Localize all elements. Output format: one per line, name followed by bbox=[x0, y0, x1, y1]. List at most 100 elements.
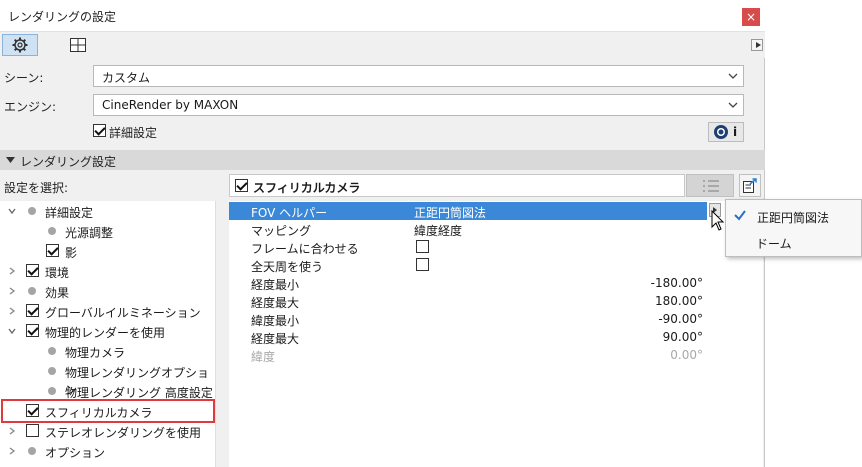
chevron-down-icon bbox=[728, 73, 738, 79]
property-row[interactable]: 経度最大 180.00° bbox=[229, 292, 763, 310]
property-value: 0.00° bbox=[670, 348, 703, 362]
property-name: 全天周を使う bbox=[251, 260, 324, 274]
close-button[interactable]: × bbox=[742, 8, 760, 26]
rendering-settings-dialog: レンダリングの設定 × シーン: カスタム エンジン: CineRender b… bbox=[0, 0, 765, 467]
engine-value: CineRender by MAXON bbox=[102, 98, 239, 112]
tree-item-checkbox[interactable] bbox=[26, 324, 39, 337]
layout-grid-icon[interactable] bbox=[70, 38, 86, 52]
chevron-right-icon[interactable] bbox=[8, 267, 16, 275]
chevron-right-icon[interactable] bbox=[8, 447, 16, 455]
property-value: 正距円筒図法 bbox=[414, 206, 487, 220]
property-row[interactable]: フレームに合わせる bbox=[229, 238, 763, 256]
property-value: 180.00° bbox=[655, 294, 703, 308]
dropdown-option-label: 正距円筒図法 bbox=[757, 211, 830, 225]
chevron-down-icon[interactable] bbox=[8, 207, 16, 215]
triangle-down-icon bbox=[6, 157, 15, 163]
export-document-icon bbox=[743, 178, 757, 193]
list-view-button[interactable] bbox=[686, 174, 734, 197]
tree-item-label: 効果 bbox=[45, 286, 70, 300]
dropdown-option-label: ドーム bbox=[756, 237, 792, 251]
engine-info-button[interactable]: i bbox=[708, 122, 744, 142]
status-dot-icon bbox=[48, 387, 56, 395]
engine-select[interactable]: CineRender by MAXON bbox=[93, 94, 744, 116]
tree-item-checkbox[interactable] bbox=[26, 264, 39, 277]
window-title: レンダリングの設定 bbox=[8, 10, 117, 24]
tree-item-label: オプション bbox=[45, 446, 106, 460]
property-row[interactable]: 緯度最小 -90.00° bbox=[229, 310, 763, 328]
settings-tab-button[interactable] bbox=[2, 34, 38, 56]
tree-item[interactable]: 光源調整 bbox=[0, 221, 215, 241]
chevron-right-icon[interactable] bbox=[8, 427, 16, 435]
property-row[interactable]: 経度最大 90.00° bbox=[229, 328, 763, 346]
status-dot-icon bbox=[28, 447, 36, 455]
tree-item-label: グローバルイルミネーション bbox=[45, 306, 201, 320]
property-value: 緯度経度 bbox=[414, 224, 463, 238]
engine-label: エンジン: bbox=[4, 100, 57, 114]
detail-settings-label: 詳細設定 bbox=[109, 126, 158, 140]
tree-item-checkbox[interactable] bbox=[26, 424, 39, 437]
spherical-camera-checkbox[interactable] bbox=[235, 179, 248, 192]
property-row[interactable]: 経度最小 -180.00° bbox=[229, 274, 763, 292]
scene-select[interactable]: カスタム bbox=[93, 65, 744, 87]
tree-item[interactable]: 影 bbox=[0, 241, 215, 261]
list-icon bbox=[703, 180, 719, 192]
tree-item-label: 物理的レンダーを使用 bbox=[45, 326, 166, 340]
property-name: フレームに合わせる bbox=[251, 242, 359, 256]
toolbar-next-button[interactable] bbox=[751, 39, 763, 51]
chevron-down-icon bbox=[728, 102, 738, 108]
property-row[interactable]: 全天周を使う bbox=[229, 256, 763, 274]
dropdown-option[interactable]: ドーム bbox=[726, 230, 861, 254]
tree-item-checkbox[interactable] bbox=[26, 304, 39, 317]
panel-title: スフィリカルカメラ bbox=[253, 181, 361, 195]
chevron-down-icon[interactable] bbox=[8, 327, 16, 335]
tree-item[interactable]: 物理レンダリング 高度設定 bbox=[0, 381, 215, 401]
tree-item[interactable]: 物理的レンダーを使用 bbox=[0, 321, 215, 341]
status-dot-icon bbox=[28, 287, 36, 295]
property-row[interactable]: マッピング 緯度経度 bbox=[229, 220, 763, 238]
export-settings-button[interactable] bbox=[739, 174, 761, 197]
tree-item-label: 影 bbox=[65, 246, 78, 260]
property-name: 経度最小 bbox=[251, 278, 300, 292]
status-dot-icon bbox=[28, 207, 36, 215]
panel-header: スフィリカルカメラ bbox=[229, 174, 685, 197]
tree-item[interactable]: 物理カメラ bbox=[0, 341, 215, 361]
property-name: 経度最大 bbox=[251, 332, 300, 346]
property-row[interactable]: FOV ヘルパー 正距円筒図法 bbox=[229, 202, 721, 220]
info-icon: i bbox=[733, 125, 738, 139]
tree-item[interactable]: 効果 bbox=[0, 281, 215, 301]
scene-value: カスタム bbox=[102, 71, 151, 85]
property-checkbox[interactable] bbox=[416, 240, 429, 253]
tree-item[interactable]: スフィリカルカメラ bbox=[0, 399, 215, 423]
detail-settings-checkbox[interactable] bbox=[93, 124, 106, 137]
property-name: FOV ヘルパー bbox=[251, 206, 328, 220]
tree-item-label: 光源調整 bbox=[65, 226, 114, 240]
fov-helper-dropdown-menu: 正距円筒図法 ドーム bbox=[725, 199, 862, 257]
tree-item[interactable]: グローバルイルミネーション bbox=[0, 301, 215, 321]
property-name: マッピング bbox=[251, 224, 312, 238]
properties-table: FOV ヘルパー 正距円筒図法 マッピング 緯度経度 フレームに合わせる 全天周を使う 経度… bbox=[229, 201, 763, 467]
property-checkbox[interactable] bbox=[416, 258, 429, 271]
property-value: 90.00° bbox=[662, 330, 703, 344]
gear-icon bbox=[12, 37, 28, 53]
property-row[interactable]: 緯度 0.00° bbox=[229, 346, 763, 364]
tree-item[interactable]: ステレオレンダリングを使用 bbox=[0, 421, 215, 441]
section-title: レンダリング設定 bbox=[20, 155, 117, 169]
property-name: 緯度最小 bbox=[251, 314, 300, 328]
property-value: -180.00° bbox=[650, 276, 703, 290]
tree-item-label: 環境 bbox=[45, 266, 70, 280]
property-name: 経度最大 bbox=[251, 296, 300, 310]
tree-item-label: 詳細設定 bbox=[45, 206, 94, 220]
tree-item[interactable]: 詳細設定 bbox=[0, 201, 215, 221]
chevron-right-icon[interactable] bbox=[8, 287, 16, 295]
tree-item[interactable]: 物理レンダリングオプション bbox=[0, 361, 215, 397]
dropdown-option[interactable]: 正距円筒図法 bbox=[726, 204, 861, 228]
tree-item[interactable]: 環境 bbox=[0, 261, 215, 281]
play-right-icon bbox=[756, 42, 761, 48]
tree-item[interactable]: オプション bbox=[0, 441, 215, 461]
property-value: -90.00° bbox=[658, 312, 703, 326]
tree-item-checkbox[interactable] bbox=[46, 244, 59, 257]
select-settings-label: 設定を選択: bbox=[4, 181, 69, 195]
status-dot-icon bbox=[48, 367, 56, 375]
chevron-right-icon[interactable] bbox=[8, 307, 16, 315]
cinema-4d-logo-icon bbox=[714, 125, 728, 139]
